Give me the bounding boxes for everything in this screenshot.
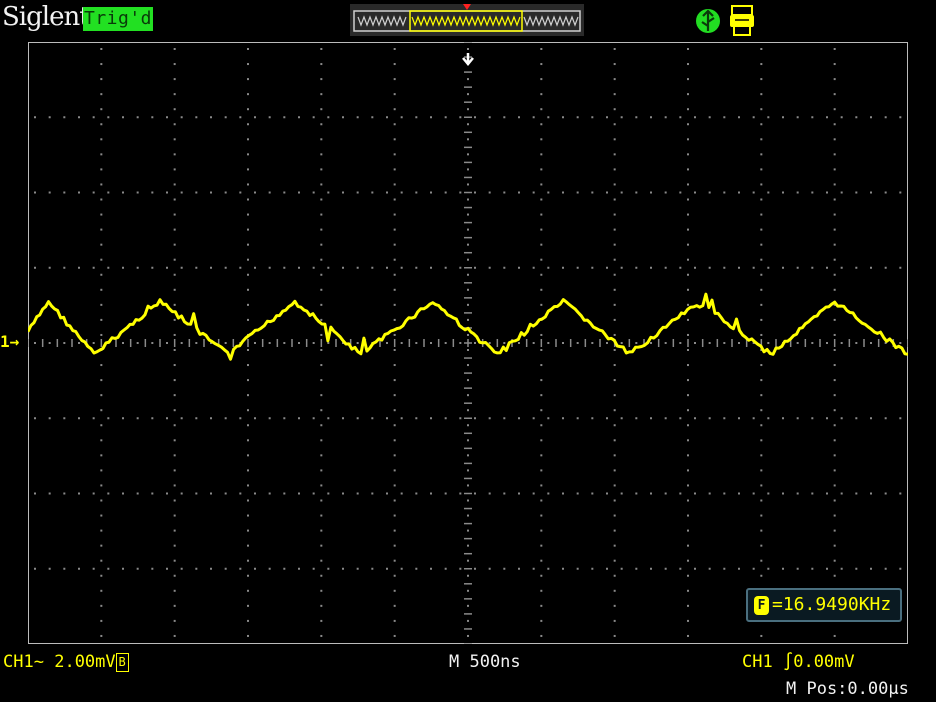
- trigger-source: CH1: [742, 652, 773, 672]
- usb-icon: [696, 9, 720, 33]
- oscilloscope-screen: Siglent Trig'd 1→ F =16.9490KHz CH1~ 2.0…: [0, 0, 936, 702]
- memory-waveform-bar: [350, 4, 584, 36]
- frequency-value: =16.9490KHz: [772, 594, 892, 615]
- waveform-display[interactable]: [26, 41, 909, 645]
- channel-label: CH1: [3, 652, 34, 672]
- volts-per-div: 2.00mV: [54, 652, 116, 672]
- bw-limit-badge: B: [115, 653, 129, 672]
- trigger-status-badge: Trig'd: [83, 7, 153, 31]
- printer-icon: [730, 5, 754, 36]
- horizontal-position: M Pos:0.00μs: [786, 679, 909, 699]
- brand-logo: Siglent: [2, 2, 90, 32]
- frequency-icon: F: [754, 595, 769, 615]
- frequency-measurement: F =16.9490KHz: [746, 588, 902, 622]
- timebase-label[interactable]: M 500ns: [449, 652, 521, 672]
- status-icons: [692, 3, 762, 39]
- trigger-position-marker: [463, 4, 471, 10]
- ch1-marker-number: 1: [0, 332, 10, 351]
- trigger-level: 0.00mV: [793, 652, 855, 672]
- channel-settings[interactable]: CH1~ 2.00mV B: [3, 652, 129, 672]
- ch1-level-marker[interactable]: 1→: [0, 333, 19, 351]
- arrow-right-icon: →: [9, 332, 20, 351]
- rising-edge-icon: ∫: [782, 652, 794, 672]
- coupling-icon: ~: [33, 652, 44, 672]
- trigger-settings[interactable]: CH1 ∫0.00mV: [742, 652, 855, 672]
